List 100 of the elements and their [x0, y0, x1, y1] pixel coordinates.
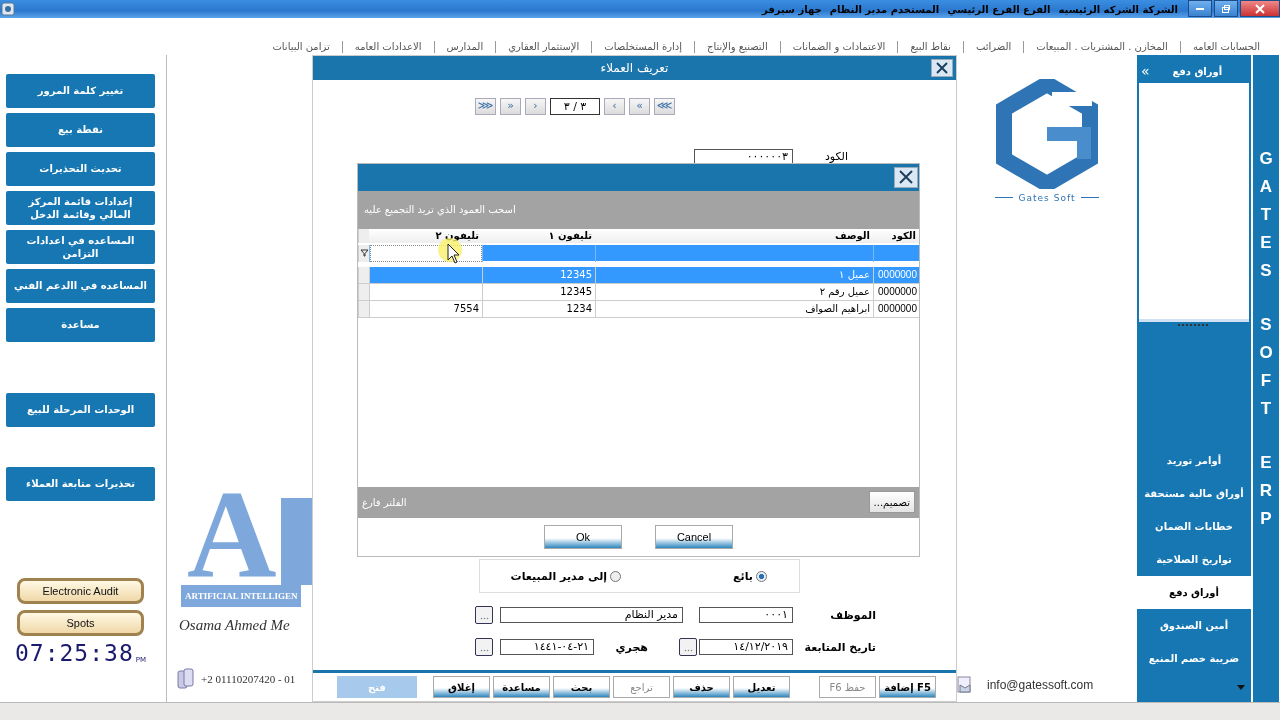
close-button[interactable]	[931, 58, 953, 77]
menu-item[interactable]: نقاط البيع	[897, 40, 963, 53]
row-indicator	[358, 266, 369, 283]
record-position: ٣ / ٣	[550, 97, 600, 115]
filter-status: الفلتر فارغ	[362, 496, 407, 508]
close-icon	[1255, 3, 1265, 14]
close-button[interactable]	[894, 166, 918, 188]
sidebar-button[interactable]: الوحدات المرحلة للبيع	[6, 392, 155, 427]
column-header[interactable]: الكود	[873, 228, 919, 243]
menu-item[interactable]: المدارس	[433, 40, 496, 53]
nav-button[interactable]: ›	[604, 97, 625, 115]
radio-button[interactable]: إلى مدير المبيعات	[510, 569, 622, 583]
menu-item[interactable]: المخازن . المشتريات . المبيعات	[1023, 40, 1180, 53]
nav-button[interactable]: ⋙	[654, 97, 675, 115]
nav-item[interactable]: خطابات الضمان	[1137, 510, 1251, 544]
mail-icon	[957, 676, 973, 695]
group-hint: اسحب العمود الذي تريد التجميع عليه	[364, 204, 516, 216]
phone-number: +2 01110207420 - 01	[201, 673, 296, 686]
toolbar-button[interactable]: إغلاق	[433, 676, 490, 699]
audit-button[interactable]: Spots	[17, 610, 144, 637]
nav-button[interactable]: ⋘	[475, 97, 496, 115]
code-field[interactable]: ٠٠٠٠٠٠٣	[694, 148, 793, 165]
toolbar-button[interactable]: تعديل	[733, 676, 790, 699]
toolbar-button[interactable]: حذف	[673, 676, 730, 699]
brand-letters: SOFT	[1258, 313, 1274, 420]
header-corner	[358, 228, 369, 243]
toolbar-button[interactable]: F5 إضافة	[879, 676, 936, 699]
column-header[interactable]: الوصف	[595, 228, 873, 243]
logo-letter: A	[187, 485, 277, 586]
sidebar-button[interactable]: تحذيرات متابعة العملاء	[6, 466, 155, 501]
close-button[interactable]	[1240, 0, 1280, 17]
date-field[interactable]: ١٤/١٢/٢٠١٩	[699, 639, 793, 656]
ok-button[interactable]: Ok	[544, 524, 622, 549]
employee-name-field[interactable]: مدير النظام	[500, 607, 683, 624]
toolbar-button[interactable]: مساعدة	[493, 676, 550, 699]
filter-icon	[359, 249, 369, 258]
table-cell: عميل ١	[595, 266, 873, 283]
radio-button[interactable]: بائع	[733, 569, 767, 583]
table-cell: عميل رقم ٢	[595, 283, 873, 300]
sidebar-button[interactable]: تحديث التحذيرات	[6, 151, 155, 186]
table-cell: ابراهيم الصواف	[595, 300, 873, 317]
phone-icon	[177, 668, 195, 691]
minimize-button[interactable]	[1188, 0, 1212, 17]
browse-button[interactable]	[475, 606, 493, 625]
design-button[interactable]: تصميم...	[868, 491, 915, 514]
menu-item[interactable]: الإستثمار العقاري	[495, 40, 592, 53]
toolbar-button[interactable]: بحث	[553, 676, 610, 699]
pane-title: أوراق دفع	[1171, 65, 1224, 77]
logo-caption: ARTIFICIAL INTELLIGEN	[181, 585, 302, 608]
row-indicator	[358, 283, 369, 300]
nav-item[interactable]: ضريبة خصم المنبع	[1137, 642, 1251, 676]
field-label: الكود	[823, 150, 849, 164]
restore-icon	[1221, 3, 1231, 14]
collapse-button[interactable]: »	[1141, 64, 1150, 79]
audit-button[interactable]: Electronic Audit	[17, 578, 144, 605]
hijri-date-field[interactable]: ٢١-٠٤-١٤٤١	[500, 639, 594, 656]
title-info: المستخدم مدير النظام	[829, 3, 940, 15]
browse-button[interactable]	[475, 638, 493, 657]
menu-item[interactable]: الاعدادات العامه	[341, 40, 434, 53]
field-label: هجري	[618, 640, 648, 654]
menu-item[interactable]: الضرائب	[962, 40, 1024, 53]
menu-item[interactable]: إدارة المستخلصات	[591, 40, 695, 53]
menu-item[interactable]: التصنيع والإنتاج	[694, 40, 780, 53]
brand-letters: ERP	[1258, 451, 1274, 530]
table-cell: 12345	[482, 266, 595, 283]
dropdown-icon	[1237, 685, 1245, 691]
nav-item[interactable]: تواريخ الصلاحية	[1137, 543, 1251, 577]
email-address: info@gatessoft.com	[987, 678, 1094, 693]
nav-item[interactable]: أوراق مالية مستحقة	[1137, 477, 1251, 511]
column-header[interactable]: تليفون ٢	[369, 228, 482, 243]
sidebar-button[interactable]: مساعدة	[6, 307, 155, 342]
menu-item[interactable]: الاعتمادات و الضمانات	[779, 40, 898, 53]
menu-item[interactable]: تزامن البيانات	[260, 40, 342, 53]
nav-item[interactable]: أوامر توريد	[1137, 444, 1251, 478]
employee-code-field[interactable]: ٠٠٠١	[699, 607, 793, 624]
sidebar-button[interactable]: تغيير كلمة المرور	[6, 73, 155, 108]
table-cell: 0000000	[873, 266, 919, 283]
clock-time: 07:25:38	[14, 642, 134, 665]
sidebar-button[interactable]: إعدادات قائمة المركز المالي وقائمة الدخل	[6, 190, 155, 225]
title-info: الشركة الشركه الرئيسيه	[1058, 3, 1178, 15]
menu-item[interactable]: الحسابات العامه	[1179, 40, 1272, 53]
nav-button[interactable]: «	[500, 97, 521, 115]
restore-button[interactable]	[1214, 0, 1238, 17]
column-header[interactable]: تليفون ١	[482, 228, 595, 243]
nav-item[interactable]: أوراق دفع	[1137, 576, 1251, 610]
sidebar-button[interactable]: المساعده في االدعم الفني	[6, 268, 155, 303]
cancel-button[interactable]: Cancel	[655, 524, 733, 549]
logo-caption: Gates Soft	[1018, 192, 1076, 203]
row-indicator	[358, 300, 369, 317]
table-cell: 0000000	[873, 283, 919, 300]
nav-button[interactable]: »	[629, 97, 650, 115]
close-icon	[935, 60, 949, 75]
browse-button[interactable]	[679, 638, 697, 657]
field-label: الموظف	[829, 608, 877, 622]
title-info: جهاز سيرفر	[762, 3, 822, 15]
table-cell: 12345	[482, 283, 595, 300]
nav-item[interactable]: أمين الصندوق	[1137, 609, 1251, 643]
nav-button[interactable]: ‹	[525, 97, 546, 115]
sidebar-button[interactable]: نقطة بيع	[6, 112, 155, 147]
sidebar-button[interactable]: المساعده في اعدادات التزامن	[6, 229, 155, 264]
